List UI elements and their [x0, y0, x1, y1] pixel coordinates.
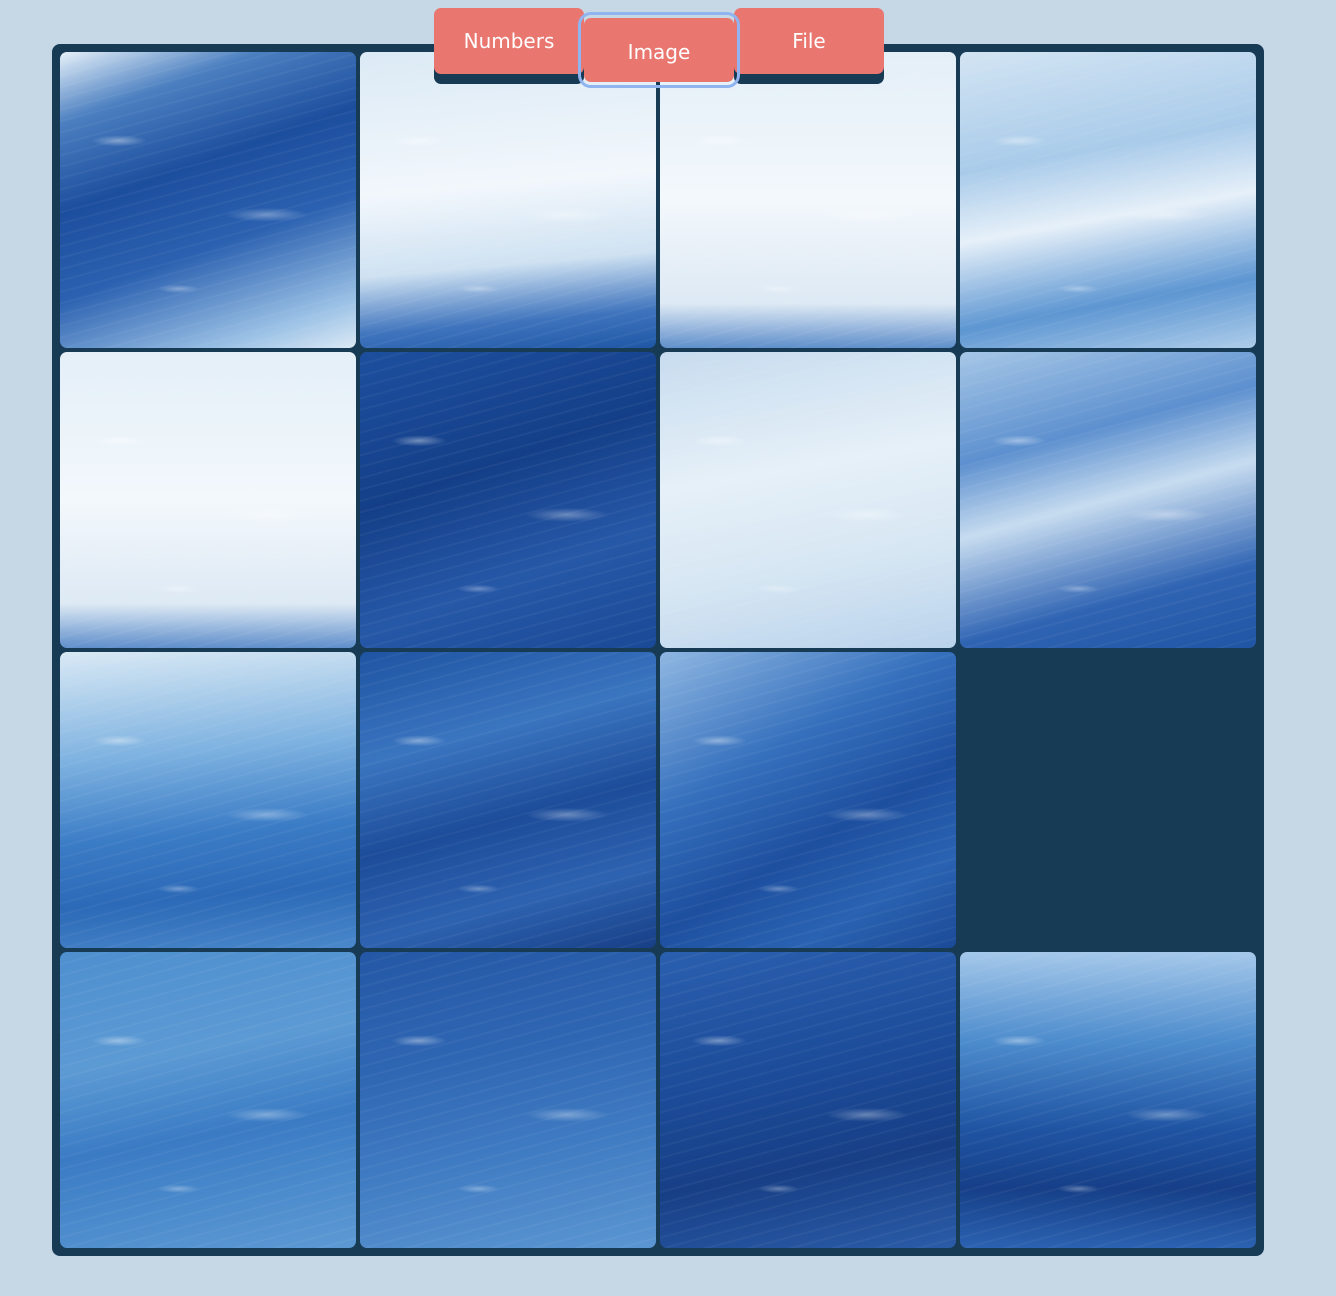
tile-foam-texture [60, 52, 356, 348]
tile-foam-texture [960, 52, 1256, 348]
puzzle-tile[interactable] [60, 652, 356, 948]
puzzle-tile[interactable] [660, 952, 956, 1248]
tile-foam-texture [360, 52, 656, 348]
tile-foam-texture [660, 652, 956, 948]
tile-foam-texture [660, 52, 956, 348]
tile-foam-texture [360, 952, 656, 1248]
puzzle-tile[interactable] [960, 52, 1256, 348]
puzzle-tile[interactable] [60, 952, 356, 1248]
tile-foam-texture [660, 952, 956, 1248]
puzzle-tile[interactable] [360, 352, 656, 648]
puzzle-tile[interactable] [360, 52, 656, 348]
puzzle-tile[interactable] [660, 352, 956, 648]
empty-slot [960, 652, 1256, 948]
puzzle-tile[interactable] [360, 952, 656, 1248]
file-mode-button[interactable]: File [734, 8, 884, 74]
tile-foam-texture [60, 952, 356, 1248]
puzzle-tile[interactable] [960, 352, 1256, 648]
puzzle-tile[interactable] [60, 352, 356, 648]
puzzle-tile[interactable] [360, 652, 656, 948]
puzzle-tile[interactable] [960, 952, 1256, 1248]
tile-foam-texture [60, 352, 356, 648]
tile-foam-texture [960, 952, 1256, 1248]
tile-foam-texture [960, 352, 1256, 648]
puzzle-tile[interactable] [660, 652, 956, 948]
numbers-mode-button[interactable]: Numbers [434, 8, 584, 74]
tile-foam-texture [360, 352, 656, 648]
puzzle-tile[interactable] [60, 52, 356, 348]
puzzle-tile[interactable] [660, 52, 956, 348]
tile-foam-texture [660, 352, 956, 648]
puzzle-board [52, 44, 1264, 1256]
tile-foam-texture [60, 652, 356, 948]
tile-foam-texture [360, 652, 656, 948]
image-mode-button[interactable]: Image [578, 12, 740, 88]
